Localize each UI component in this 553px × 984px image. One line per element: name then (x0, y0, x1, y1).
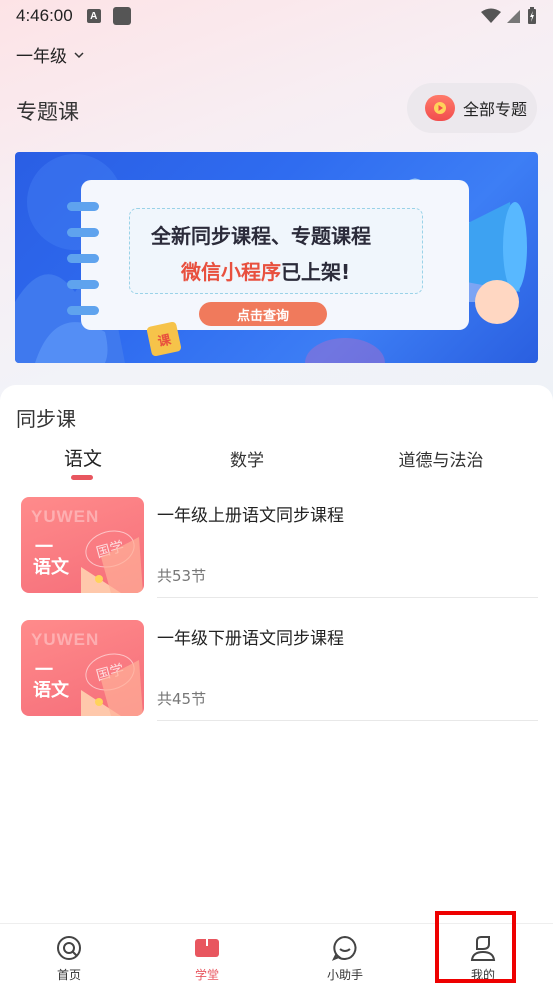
fan-decoration-icon (81, 660, 143, 716)
book-icon (195, 939, 219, 957)
nav-assistant-label: 小助手 (326, 968, 363, 982)
banner-subline-highlight: 微信小程序 (181, 260, 281, 284)
all-topics-label: 全部专题 (463, 100, 528, 119)
active-tab-indicator (71, 475, 93, 480)
grade-label: 一年级 (16, 47, 67, 67)
status-bar: 4:46:00 A (0, 0, 553, 32)
sync-section-title: 同步课 (16, 407, 76, 431)
play-logo-icon (425, 95, 455, 121)
notification-square-icon (112, 7, 131, 25)
course-badge-label: 课 (156, 332, 173, 350)
all-topics-button[interactable]: 全部专题 (407, 83, 537, 133)
nav-school[interactable]: 学堂 (138, 924, 276, 984)
fan-decoration-icon (81, 537, 143, 593)
notification-a-icon: A (86, 9, 101, 23)
chat-icon (331, 935, 357, 961)
nav-school-label: 学堂 (194, 968, 219, 982)
nav-home-label: 首页 (56, 968, 81, 982)
tab-morality-law[interactable]: 道德与法治 (396, 446, 486, 471)
course-thumbnail: YUWEN 一 语文 国学 (21, 497, 144, 593)
course-badge-icon: 课 (146, 321, 182, 357)
course-thumbnail: YUWEN 一 语文 国学 (21, 620, 144, 716)
battery-icon (528, 7, 536, 24)
home-icon (57, 936, 81, 960)
tab-chinese[interactable]: 语文 (62, 444, 104, 471)
chevron-down-icon (74, 51, 84, 58)
wifi-icon (481, 8, 501, 23)
divider (157, 720, 538, 721)
course-item[interactable]: YUWEN 一 语文 国学 一年级上册语文同步课程 共53节 (21, 497, 538, 609)
course-lesson-count: 共53节 (157, 567, 207, 585)
tab-math[interactable]: 数学 (226, 446, 268, 471)
banner-subline-rest: 已上架! (281, 260, 351, 284)
subject-tabs: 语文 数学 道德与法治 (0, 444, 553, 484)
status-time: 4:46:00 (16, 6, 73, 25)
promo-banner[interactable]: 全新同步课程、专题课程 微信小程序已上架! 点击查询 课 (15, 152, 538, 363)
course-item[interactable]: YUWEN 一 语文 国学 一年级下册语文同步课程 共45节 (21, 620, 538, 732)
divider (157, 597, 538, 598)
nav-home[interactable]: 首页 (0, 924, 138, 984)
banner-headline: 全新同步课程、专题课程 (151, 224, 371, 248)
banner-query-button[interactable]: 点击查询 (199, 302, 327, 326)
grade-selector[interactable]: 一年级 (16, 42, 85, 67)
banner-subline: 微信小程序已上架! (181, 256, 350, 285)
signal-icon (507, 10, 520, 23)
nav-assistant[interactable]: 小助手 (276, 924, 414, 984)
topics-section-title: 专题课 (16, 100, 79, 124)
course-title: 一年级下册语文同步课程 (157, 629, 344, 649)
course-title: 一年级上册语文同步课程 (157, 506, 344, 526)
highlight-box (435, 911, 516, 983)
course-lesson-count: 共45节 (157, 690, 207, 708)
